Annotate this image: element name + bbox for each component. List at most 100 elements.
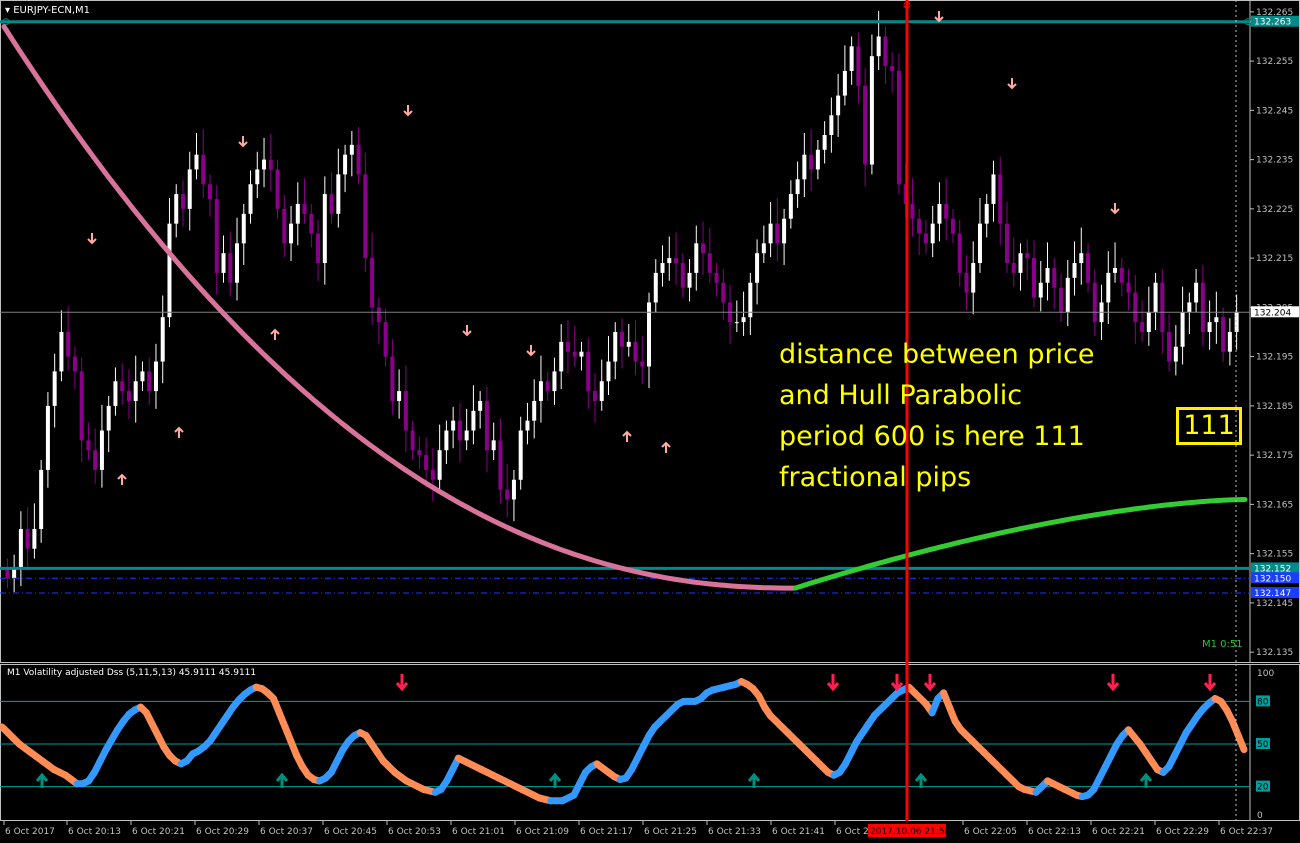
dss-indicator-panel[interactable]: 100 80 50 20 0	[0, 664, 1300, 821]
y-tick-label: 132.235	[1256, 156, 1293, 166]
bear-candle	[714, 272, 719, 283]
x-tick-label: 6 Oct 20:45	[324, 827, 377, 837]
y-tick-label: 132.185	[1256, 402, 1293, 412]
candles	[5, 10, 1239, 593]
current-price-tag: 132.204	[1254, 308, 1291, 318]
bear-candle	[1011, 263, 1016, 273]
bull-candle	[1173, 346, 1178, 362]
bear-candle	[707, 253, 712, 273]
bull-candle	[32, 529, 37, 549]
fractal-down-arrow	[87, 233, 97, 245]
bear-candle	[586, 351, 591, 392]
bull-candle	[18, 529, 23, 569]
bear-candle	[275, 169, 280, 209]
bear-candle	[809, 154, 814, 170]
bull-candle	[1153, 282, 1158, 313]
bear-candle	[316, 233, 321, 264]
bear-candle	[1086, 253, 1091, 283]
bear-candle	[721, 282, 726, 303]
mt4-chart-window[interactable]: 132.265 132.255 132.245 132.235 132.225 132.2…	[0, 0, 1300, 843]
bull-candle	[653, 272, 658, 303]
bull-candle	[153, 361, 158, 392]
bear-candle	[592, 391, 597, 401]
symbol-title-text: EURJPY-ECN,M1	[13, 5, 91, 16]
bull-candle	[1207, 322, 1212, 332]
bear-candle	[268, 159, 273, 170]
arrow-shape	[1110, 203, 1120, 215]
fractal-down-arrow	[1007, 78, 1017, 90]
dss-y-tick-label: 50	[1257, 740, 1269, 750]
bull-candle	[106, 405, 111, 431]
y-tick-label: 132.245	[1256, 106, 1293, 116]
bear-candle	[180, 194, 185, 209]
x-tick-label: 6 Oct 21:25	[644, 827, 697, 837]
fractal-down-arrow	[1110, 203, 1120, 215]
dss-sell-arrow	[1203, 674, 1217, 692]
dss-buy-arrow	[747, 772, 761, 788]
arrow-shape	[270, 328, 280, 340]
bull-candle	[667, 258, 672, 264]
fractal-up-arrow	[270, 328, 280, 340]
bull-candle	[876, 36, 881, 57]
bear-candle	[1167, 332, 1172, 362]
x-tick-label: 6 Oct 21:41	[772, 827, 825, 837]
bear-candle	[370, 258, 375, 308]
bear-candle	[640, 361, 645, 367]
y-tick-label: 132.135	[1256, 648, 1293, 658]
bull-candle	[525, 420, 530, 431]
bull-candle	[1018, 253, 1023, 273]
bear-candle	[79, 371, 84, 441]
bull-candle	[829, 115, 834, 135]
bear-candle	[633, 341, 638, 362]
bear-candle	[1133, 292, 1138, 323]
bull-candle	[755, 253, 760, 283]
dss-buy-arrow	[35, 772, 49, 788]
bear-candle	[1025, 253, 1030, 259]
bull-candle	[248, 184, 253, 214]
y-tick-label: 132.215	[1256, 254, 1293, 264]
bull-candle	[782, 218, 787, 244]
bull-candle	[991, 174, 996, 204]
price-chart[interactable]: 132.265132.255132.245132.235132.225132.2…	[0, 0, 1300, 664]
x-tick-label: 6 Oct 20:21	[132, 827, 185, 837]
subwindow-title: M1 Volatility adjusted Dss (5,11,5,13) 4…	[7, 668, 257, 678]
dss-sell-arrow	[826, 674, 840, 692]
bear-candle	[120, 381, 125, 392]
x-tick-label: 6 Oct 21:33	[708, 827, 761, 837]
bull-candle	[397, 391, 402, 401]
bull-candle	[532, 400, 537, 421]
bull-candle	[842, 70, 847, 96]
bull-candle	[133, 381, 138, 401]
fractal-down-arrow	[462, 325, 472, 337]
x-tick-label: 6 Oct 20:53	[388, 827, 441, 837]
bull-candle	[768, 223, 773, 244]
bull-candle	[174, 194, 179, 224]
bull-candle	[241, 213, 246, 244]
arrow-shape	[1007, 78, 1017, 90]
bear-candle	[86, 440, 91, 451]
bull-candle	[1106, 272, 1111, 303]
bull-candle	[99, 430, 104, 470]
bear-candle	[863, 85, 868, 165]
arrow-shape	[462, 325, 472, 337]
bear-candle	[917, 218, 922, 234]
bear-candle	[775, 223, 780, 244]
bull-candle	[1146, 312, 1151, 332]
x-tick-label: 6 Oct 22:37	[1220, 827, 1273, 837]
arrow-shape	[934, 11, 944, 23]
bear-candle	[1160, 282, 1165, 332]
bull-candle	[1227, 332, 1232, 352]
bear-candle	[674, 258, 679, 264]
bull-candle	[343, 154, 348, 175]
bull-candle	[1079, 253, 1084, 264]
bull-candle	[802, 154, 807, 180]
bull-candle	[937, 203, 942, 224]
x-tick-label: 6 Oct 22:13	[1028, 827, 1081, 837]
symbol-title[interactable]: ▾ EURJPY-ECN,M1	[5, 5, 90, 16]
x-tick-label: 6 Oct 2017	[5, 827, 55, 837]
y-tick-label: 132.175	[1256, 451, 1293, 461]
bull-candle	[1038, 282, 1043, 298]
bear-candle	[1059, 287, 1064, 313]
fractal-up-arrow	[117, 473, 127, 485]
bull-candle	[559, 341, 564, 372]
